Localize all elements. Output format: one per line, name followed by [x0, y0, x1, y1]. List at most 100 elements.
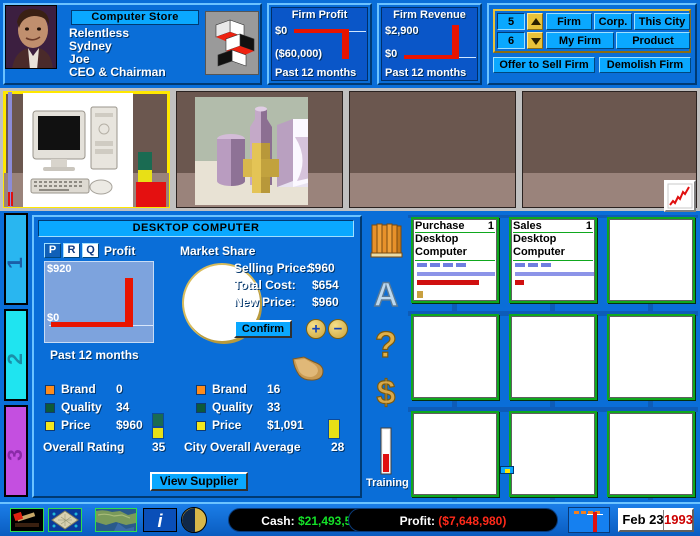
profit-chart-max-label: $920 [47, 263, 72, 275]
vertical-tab-2[interactable]: 2 [4, 309, 28, 401]
top-bar: Computer Store Relentless Sydney Joe CEO… [0, 0, 700, 88]
product-showcase-row [0, 88, 700, 212]
city-map-icon[interactable] [48, 508, 82, 532]
brand-swatch-city [196, 385, 206, 395]
sales-card-bar-red [515, 280, 524, 285]
sales-card-line2: Computer [513, 246, 565, 258]
brand-swatch-mine [45, 385, 55, 395]
empty-display-3[interactable] [349, 91, 516, 208]
finance-icon[interactable]: $ [368, 371, 404, 416]
empty-card-9[interactable] [607, 411, 695, 497]
selling-price-label: Selling Price: [234, 261, 311, 275]
purchase-card[interactable]: Purchase 1 Desktop Computer [411, 217, 499, 303]
view-supplier-button[interactable]: View Supplier [150, 472, 248, 491]
empty-card-8[interactable] [509, 411, 597, 497]
confirm-button[interactable]: Confirm [234, 320, 292, 338]
level-number-top[interactable]: 5 [497, 13, 525, 30]
firm-revenue-panel[interactable]: Firm Revenue $2,900 $0 Past 12 months [377, 3, 482, 85]
tool-icon-column: A ? $ Training [366, 215, 409, 498]
svg-text:$: $ [377, 374, 396, 411]
filter-my-firm-button[interactable]: My Firm [546, 32, 614, 49]
purchase-card-line2: Computer [415, 246, 467, 258]
vertical-tab-3[interactable]: 3 [4, 405, 28, 497]
plus-icon[interactable]: + [306, 319, 326, 339]
game-date-display: Feb 23 1993 [618, 508, 694, 532]
minus-icon[interactable]: − [328, 319, 348, 339]
rating-bar-mine-top [152, 413, 164, 427]
profit-chart-footer: Past 12 months [50, 348, 139, 362]
firm-profit-panel[interactable]: Firm Profit $0 ($60,000) Past 12 months [267, 3, 372, 85]
empty-card-4[interactable] [411, 314, 499, 400]
purchase-card-number: 1 [487, 220, 494, 232]
sales-card-number: 1 [585, 220, 592, 232]
status-bar: i Cash: $21,493,518 Profit: ($7,648,980) [0, 502, 700, 536]
firm-revenue-bottom-value: $0 [385, 48, 398, 60]
demolish-firm-button[interactable]: Demolish Firm [599, 57, 691, 73]
profit-label: Profit [104, 244, 136, 258]
product-detail-panel: DESKTOP COMPUTER P R Q Profit Market Sha… [32, 215, 362, 498]
purchase-card-title: Purchase [415, 220, 465, 232]
world-map-icon[interactable] [95, 508, 137, 532]
product-profit-chart: $920 $0 [44, 261, 154, 343]
vertical-tab-2-label: 2 [4, 353, 27, 365]
vertical-tab-3-label: 3 [4, 449, 27, 461]
brand-value-city: 16 [267, 382, 281, 396]
main-content-area: 1 2 3 DESKTOP COMPUTER P R Q Profit Mark… [0, 211, 700, 502]
vertical-tab-1[interactable]: 1 [4, 213, 28, 305]
brand-label-mine: Brand [61, 382, 96, 396]
empty-card-7[interactable] [411, 411, 499, 497]
clock-icon[interactable] [181, 507, 207, 533]
desktop-computer-display[interactable] [3, 91, 170, 208]
purchase-card-bar-red [417, 280, 479, 285]
advertising-icon[interactable]: A [368, 273, 404, 318]
date-month-day: Feb 23 [622, 512, 664, 527]
quality-swatch-city [196, 403, 206, 413]
filter-corp-button[interactable]: Corp. [594, 13, 632, 30]
firm-details: Relentless Sydney Joe CEO & Chairman [69, 27, 166, 79]
rating-bar-city [328, 419, 340, 439]
filter-this-city-button[interactable]: This City [634, 13, 690, 30]
firm-revenue-title: Firm Revenue [393, 9, 466, 21]
empty-card-6[interactable] [607, 314, 695, 400]
training-icon[interactable] [368, 427, 404, 480]
level-number-bottom[interactable]: 6 [497, 32, 525, 49]
profit-display: Profit: ($7,648,980) [348, 508, 558, 532]
prq-tab-r[interactable]: R [63, 243, 80, 258]
total-cost-value: $654 [312, 278, 339, 292]
firm-revenue-top-value: $2,900 [385, 25, 419, 37]
hammer-tool-icon[interactable] [10, 508, 44, 532]
market-share-label: Market Share [180, 244, 256, 258]
product-title: DESKTOP COMPUTER [38, 220, 354, 237]
offer-to-sell-firm-button[interactable]: Offer to Sell Firm [493, 57, 595, 73]
firm-role: CEO & Chairman [69, 65, 166, 79]
vases-display[interactable] [176, 91, 343, 208]
selling-price-value: $960 [308, 261, 335, 275]
firm-profit-bottom-value: ($60,000) [275, 48, 323, 60]
view-selector-group: 5 6 Firm Corp. This City My Firm Product [493, 9, 691, 53]
card-connector [500, 466, 514, 474]
sales-card-line1: Desktop [513, 233, 557, 245]
price-swatch-mine [45, 421, 55, 431]
sales-card[interactable]: Sales 1 Desktop Computer [509, 217, 597, 303]
empty-card-3[interactable] [607, 217, 695, 303]
filter-firm-button[interactable]: Firm [546, 13, 592, 30]
training-label: Training [366, 477, 409, 489]
filter-product-button[interactable]: Product [616, 32, 690, 49]
firm-profit-footer: Past 12 months [275, 67, 357, 79]
prq-tab-q[interactable]: Q [82, 243, 99, 258]
temperature-gauge-icon[interactable] [568, 507, 610, 533]
price-label-mine: Price [61, 418, 91, 432]
stock-chart-icon[interactable] [664, 180, 696, 212]
quality-label-city: Quality [212, 400, 253, 414]
arrow-down-icon[interactable] [527, 32, 543, 49]
purchase-card-line1: Desktop [415, 233, 459, 245]
info-icon[interactable]: i [143, 508, 177, 532]
ceo-portrait [5, 5, 57, 69]
arrow-up-icon[interactable] [527, 13, 543, 30]
books-icon[interactable] [368, 221, 404, 266]
business-card-grid: Purchase 1 Desktop Computer Sales 1 Desk… [408, 215, 698, 500]
empty-card-5[interactable] [509, 314, 597, 400]
prq-tab-p[interactable]: P [44, 243, 61, 258]
view-controls-panel: 5 6 Firm Corp. This City My Firm Product… [487, 3, 697, 85]
help-icon[interactable]: ? [368, 323, 404, 368]
